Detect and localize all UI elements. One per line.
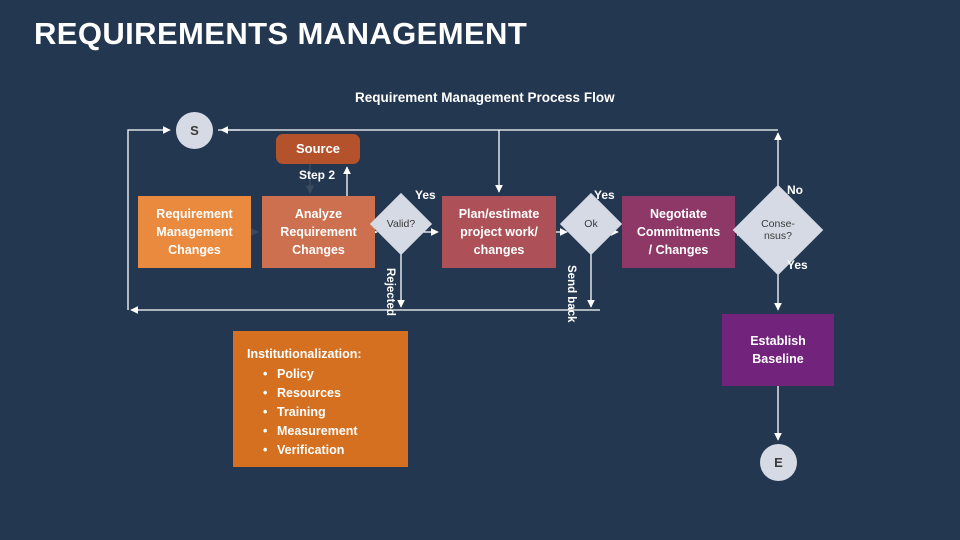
node-plan-estimate-label: Plan/estimate project work/ changes	[458, 206, 540, 258]
edge-label-rejected: Rejected	[384, 268, 396, 316]
callout-institutionalization: Institutionalization: Policy Resources T…	[233, 331, 408, 467]
node-source-label: Source	[295, 140, 341, 156]
callout-institutionalization-list: Policy Resources Training Measurement Ve…	[247, 365, 398, 460]
node-negotiate-commitments-label: Negotiate Commitments / Changes	[636, 206, 721, 258]
page-title: REQUIREMENTS MANAGEMENT	[34, 16, 528, 51]
terminator-start[interactable]: S	[176, 112, 213, 149]
diagram-title: Requirement Management Process Flow	[355, 90, 615, 105]
node-analyze-requirement-changes[interactable]: Analyze Requirement Changes	[262, 196, 375, 268]
edge-label-step2: Step 2	[299, 168, 336, 182]
node-analyze-requirement-changes-label: Analyze Requirement Changes	[280, 206, 357, 258]
node-negotiate-commitments[interactable]: Negotiate Commitments / Changes	[622, 196, 735, 268]
decision-valid-label: Valid?	[386, 217, 416, 230]
edge-label-consensus-no: No	[787, 183, 803, 197]
decision-ok[interactable]: Ok	[559, 192, 623, 256]
node-requirement-management-changes-label: Requirement Management Changes	[156, 206, 233, 258]
flow-connectors	[127, 126, 782, 441]
terminator-end-label: E	[774, 455, 783, 470]
decision-consensus[interactable]: Conse- nsus?	[732, 184, 824, 276]
callout-institutionalization-heading: Institutionalization:	[247, 347, 362, 361]
list-item: Policy	[263, 365, 398, 384]
slide-canvas: REQUIREMENTS MANAGEMENT Requirement Mana…	[0, 0, 960, 540]
edge-label-ok-yes: Yes	[594, 188, 615, 202]
node-establish-baseline[interactable]: Establish Baseline	[722, 314, 834, 386]
edge-label-send-back: Send back	[565, 265, 577, 323]
list-item: Training	[263, 403, 398, 422]
node-source[interactable]: Source	[276, 134, 360, 164]
list-item: Resources	[263, 384, 398, 403]
decision-ok-label: Ok	[584, 217, 598, 230]
edge-label-valid-yes: Yes	[415, 188, 436, 202]
decision-consensus-label: Conse- nsus?	[761, 217, 795, 242]
list-item: Measurement	[263, 422, 398, 441]
terminator-end[interactable]: E	[760, 444, 797, 481]
node-requirement-management-changes[interactable]: Requirement Management Changes	[138, 196, 251, 268]
node-plan-estimate[interactable]: Plan/estimate project work/ changes	[442, 196, 556, 268]
node-establish-baseline-label: Establish Baseline	[750, 333, 806, 366]
terminator-start-label: S	[190, 123, 199, 138]
decision-valid[interactable]: Valid?	[369, 192, 433, 256]
list-item: Verification	[263, 441, 398, 460]
